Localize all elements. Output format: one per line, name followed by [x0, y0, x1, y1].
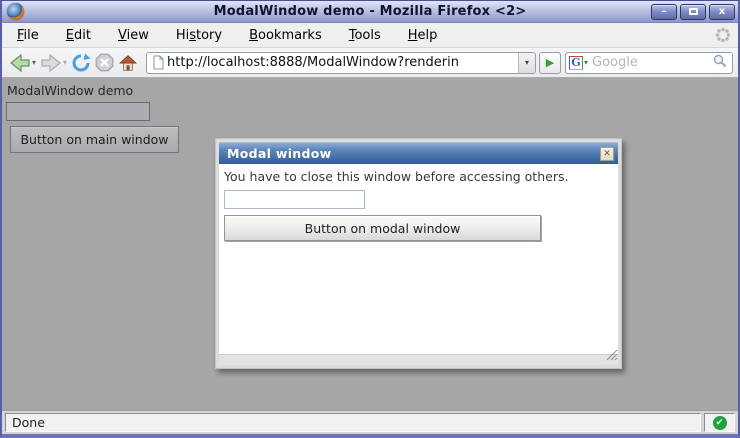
- stop-icon: [95, 53, 114, 72]
- menu-tools[interactable]: Tools: [349, 28, 381, 43]
- menu-edit[interactable]: Edit: [66, 28, 91, 43]
- main-window-button[interactable]: Button on main window: [10, 126, 179, 153]
- page-icon: [153, 55, 164, 70]
- google-engine-icon[interactable]: G: [569, 55, 583, 70]
- maximize-icon: [688, 8, 698, 15]
- close-button[interactable]: x: [709, 4, 735, 20]
- navigation-toolbar: ▾ ▾ http://localhost:8888/ModalWindow?re…: [2, 48, 738, 78]
- search-box: G ▾: [565, 51, 733, 74]
- window-titlebar[interactable]: ModalWindow demo - Mozilla Firefox <2> –…: [2, 1, 738, 23]
- menu-file[interactable]: File: [17, 28, 39, 43]
- back-icon: [10, 53, 30, 72]
- statusbar: Done ✔: [2, 410, 738, 434]
- firefox-window: ModalWindow demo - Mozilla Firefox <2> –…: [0, 0, 740, 438]
- main-text-input[interactable]: [6, 102, 150, 121]
- forward-button[interactable]: ▾: [40, 53, 67, 72]
- menu-bookmarks[interactable]: Bookmarks: [249, 28, 322, 43]
- menu-view[interactable]: View: [118, 28, 149, 43]
- modal-window-button[interactable]: Button on modal window: [224, 215, 541, 241]
- go-icon: ▶: [545, 56, 555, 69]
- stop-button[interactable]: [95, 53, 114, 72]
- url-dropdown-button[interactable]: ▾: [518, 52, 535, 73]
- page-title: ModalWindow demo: [7, 83, 134, 98]
- go-button[interactable]: ▶: [539, 51, 561, 74]
- menu-help[interactable]: Help: [408, 28, 438, 43]
- ok-check-icon: ✔: [712, 415, 727, 430]
- menubar: File Edit View History Bookmarks Tools H…: [2, 23, 738, 48]
- url-bar: ▾: [146, 51, 536, 74]
- page-content: ModalWindow demo Button on main window M…: [2, 78, 738, 410]
- resize-grip-icon[interactable]: [604, 346, 618, 365]
- forward-dropdown-icon[interactable]: ▾: [63, 58, 67, 67]
- modal-body: You have to close this window before acc…: [219, 164, 618, 355]
- home-button[interactable]: [118, 54, 138, 72]
- status-security-panel: ✔: [704, 413, 735, 432]
- throbber-icon: [715, 27, 731, 47]
- home-icon: [119, 54, 138, 71]
- firefox-icon: [7, 3, 24, 20]
- modal-text-input[interactable]: [224, 190, 365, 209]
- search-input[interactable]: [588, 55, 711, 70]
- modal-titlebar[interactable]: Modal window ✕: [219, 142, 618, 164]
- window-title: ModalWindow demo - Mozilla Firefox <2>: [213, 4, 527, 19]
- modal-close-button[interactable]: ✕: [600, 147, 614, 161]
- maximize-button[interactable]: [680, 4, 706, 20]
- chevron-down-icon: ▾: [524, 58, 529, 67]
- reload-button[interactable]: [71, 53, 91, 73]
- reload-icon: [72, 53, 91, 71]
- modal-footer: [219, 349, 618, 365]
- back-dropdown-icon[interactable]: ▾: [32, 58, 36, 67]
- window-controls: – x: [651, 4, 735, 20]
- status-text: Done: [5, 413, 701, 432]
- minimize-button[interactable]: –: [651, 4, 677, 20]
- search-icon[interactable]: [712, 53, 728, 73]
- back-button[interactable]: ▾: [9, 53, 36, 72]
- menu-history[interactable]: History: [176, 28, 222, 43]
- modal-title: Modal window: [227, 146, 332, 161]
- forward-icon: [41, 53, 61, 72]
- modal-window: Modal window ✕ You have to close this wi…: [215, 138, 622, 369]
- url-input[interactable]: [165, 55, 518, 70]
- modal-message: You have to close this window before acc…: [224, 169, 569, 184]
